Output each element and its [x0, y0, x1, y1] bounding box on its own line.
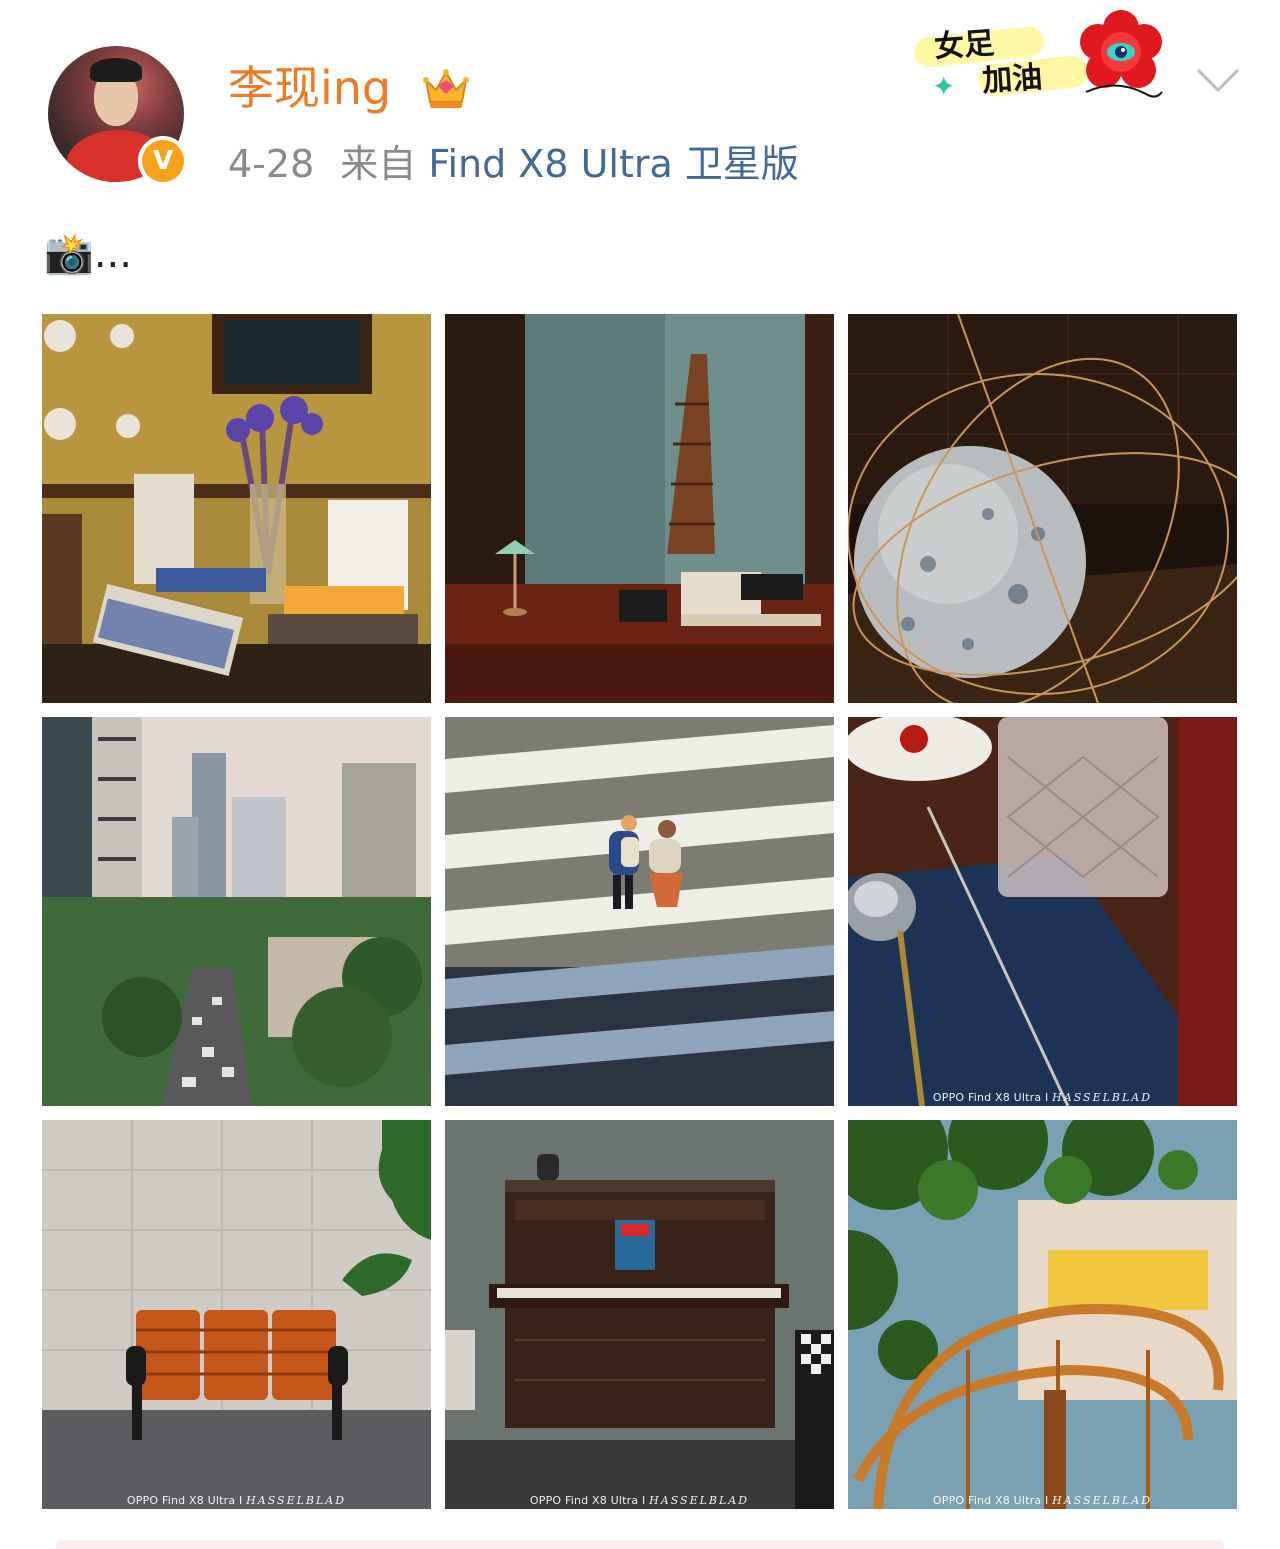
post-text: 📸...	[44, 224, 132, 284]
sticker-text-line2: 加油	[981, 59, 1044, 100]
post-date: 4-28	[228, 142, 315, 186]
photo-thumbnail[interactable]	[445, 314, 834, 703]
bench-photo	[42, 1120, 431, 1509]
username[interactable]: 李现ing	[228, 56, 391, 120]
photo-thumbnail[interactable]	[42, 717, 431, 1106]
post-header: V 李现ing 4-28 来自 Find X8 Ultra 卫星版 女足 加油 ✦	[0, 0, 1280, 210]
staircase-photo	[848, 1120, 1237, 1509]
photo-thumbnail[interactable]: OPPO Find X8 Ultra I HASSELBLAD	[848, 717, 1237, 1106]
glass-photo	[848, 717, 1237, 1106]
star-icon: ✦	[932, 70, 956, 103]
photo-thumbnail[interactable]	[445, 717, 834, 1106]
next-section-edge	[56, 1540, 1224, 1549]
globe-photo	[848, 314, 1237, 703]
photo-grid: OPPO Find X8 Ultra I HASSELBLAD OPPO Fin…	[42, 314, 1238, 1509]
flower-icon	[1080, 10, 1163, 98]
desk-photo	[445, 314, 834, 703]
photo-thumbnail[interactable]: OPPO Find X8 Ultra I HASSELBLAD	[42, 1120, 431, 1509]
photo-thumbnail[interactable]: OPPO Find X8 Ultra I HASSELBLAD	[848, 1120, 1237, 1509]
photo-watermark: OPPO Find X8 Ultra I HASSELBLAD	[126, 1494, 347, 1507]
cheer-sticker: 女足 加油 ✦	[908, 6, 1192, 116]
photo-thumbnail[interactable]: OPPO Find X8 Ultra I HASSELBLAD	[445, 1120, 834, 1509]
crown-icon	[423, 69, 469, 108]
photo-watermark: OPPO Find X8 Ultra I HASSELBLAD	[529, 1494, 750, 1507]
piano-photo	[445, 1120, 834, 1509]
source-device-link[interactable]: Find X8 Ultra 卫星版	[428, 142, 798, 186]
source-prefix: 来自	[340, 142, 417, 186]
photo-thumbnail[interactable]	[42, 314, 431, 703]
chevron-down-icon[interactable]	[1192, 60, 1244, 100]
post-body: ...	[93, 231, 132, 277]
crosswalk-photo	[445, 717, 834, 1106]
post-meta: 4-28 来自 Find X8 Ultra 卫星版	[228, 138, 799, 190]
city-photo	[42, 717, 431, 1106]
camera-flash-emoji: 📸	[44, 231, 94, 277]
verified-badge-icon: V	[138, 136, 188, 186]
bookshelf-photo	[42, 314, 431, 703]
avatar-hat	[90, 58, 142, 82]
photo-watermark: OPPO Find X8 Ultra I HASSELBLAD	[932, 1091, 1153, 1104]
photo-thumbnail[interactable]	[848, 314, 1237, 703]
photo-watermark: OPPO Find X8 Ultra I HASSELBLAD	[932, 1494, 1153, 1507]
